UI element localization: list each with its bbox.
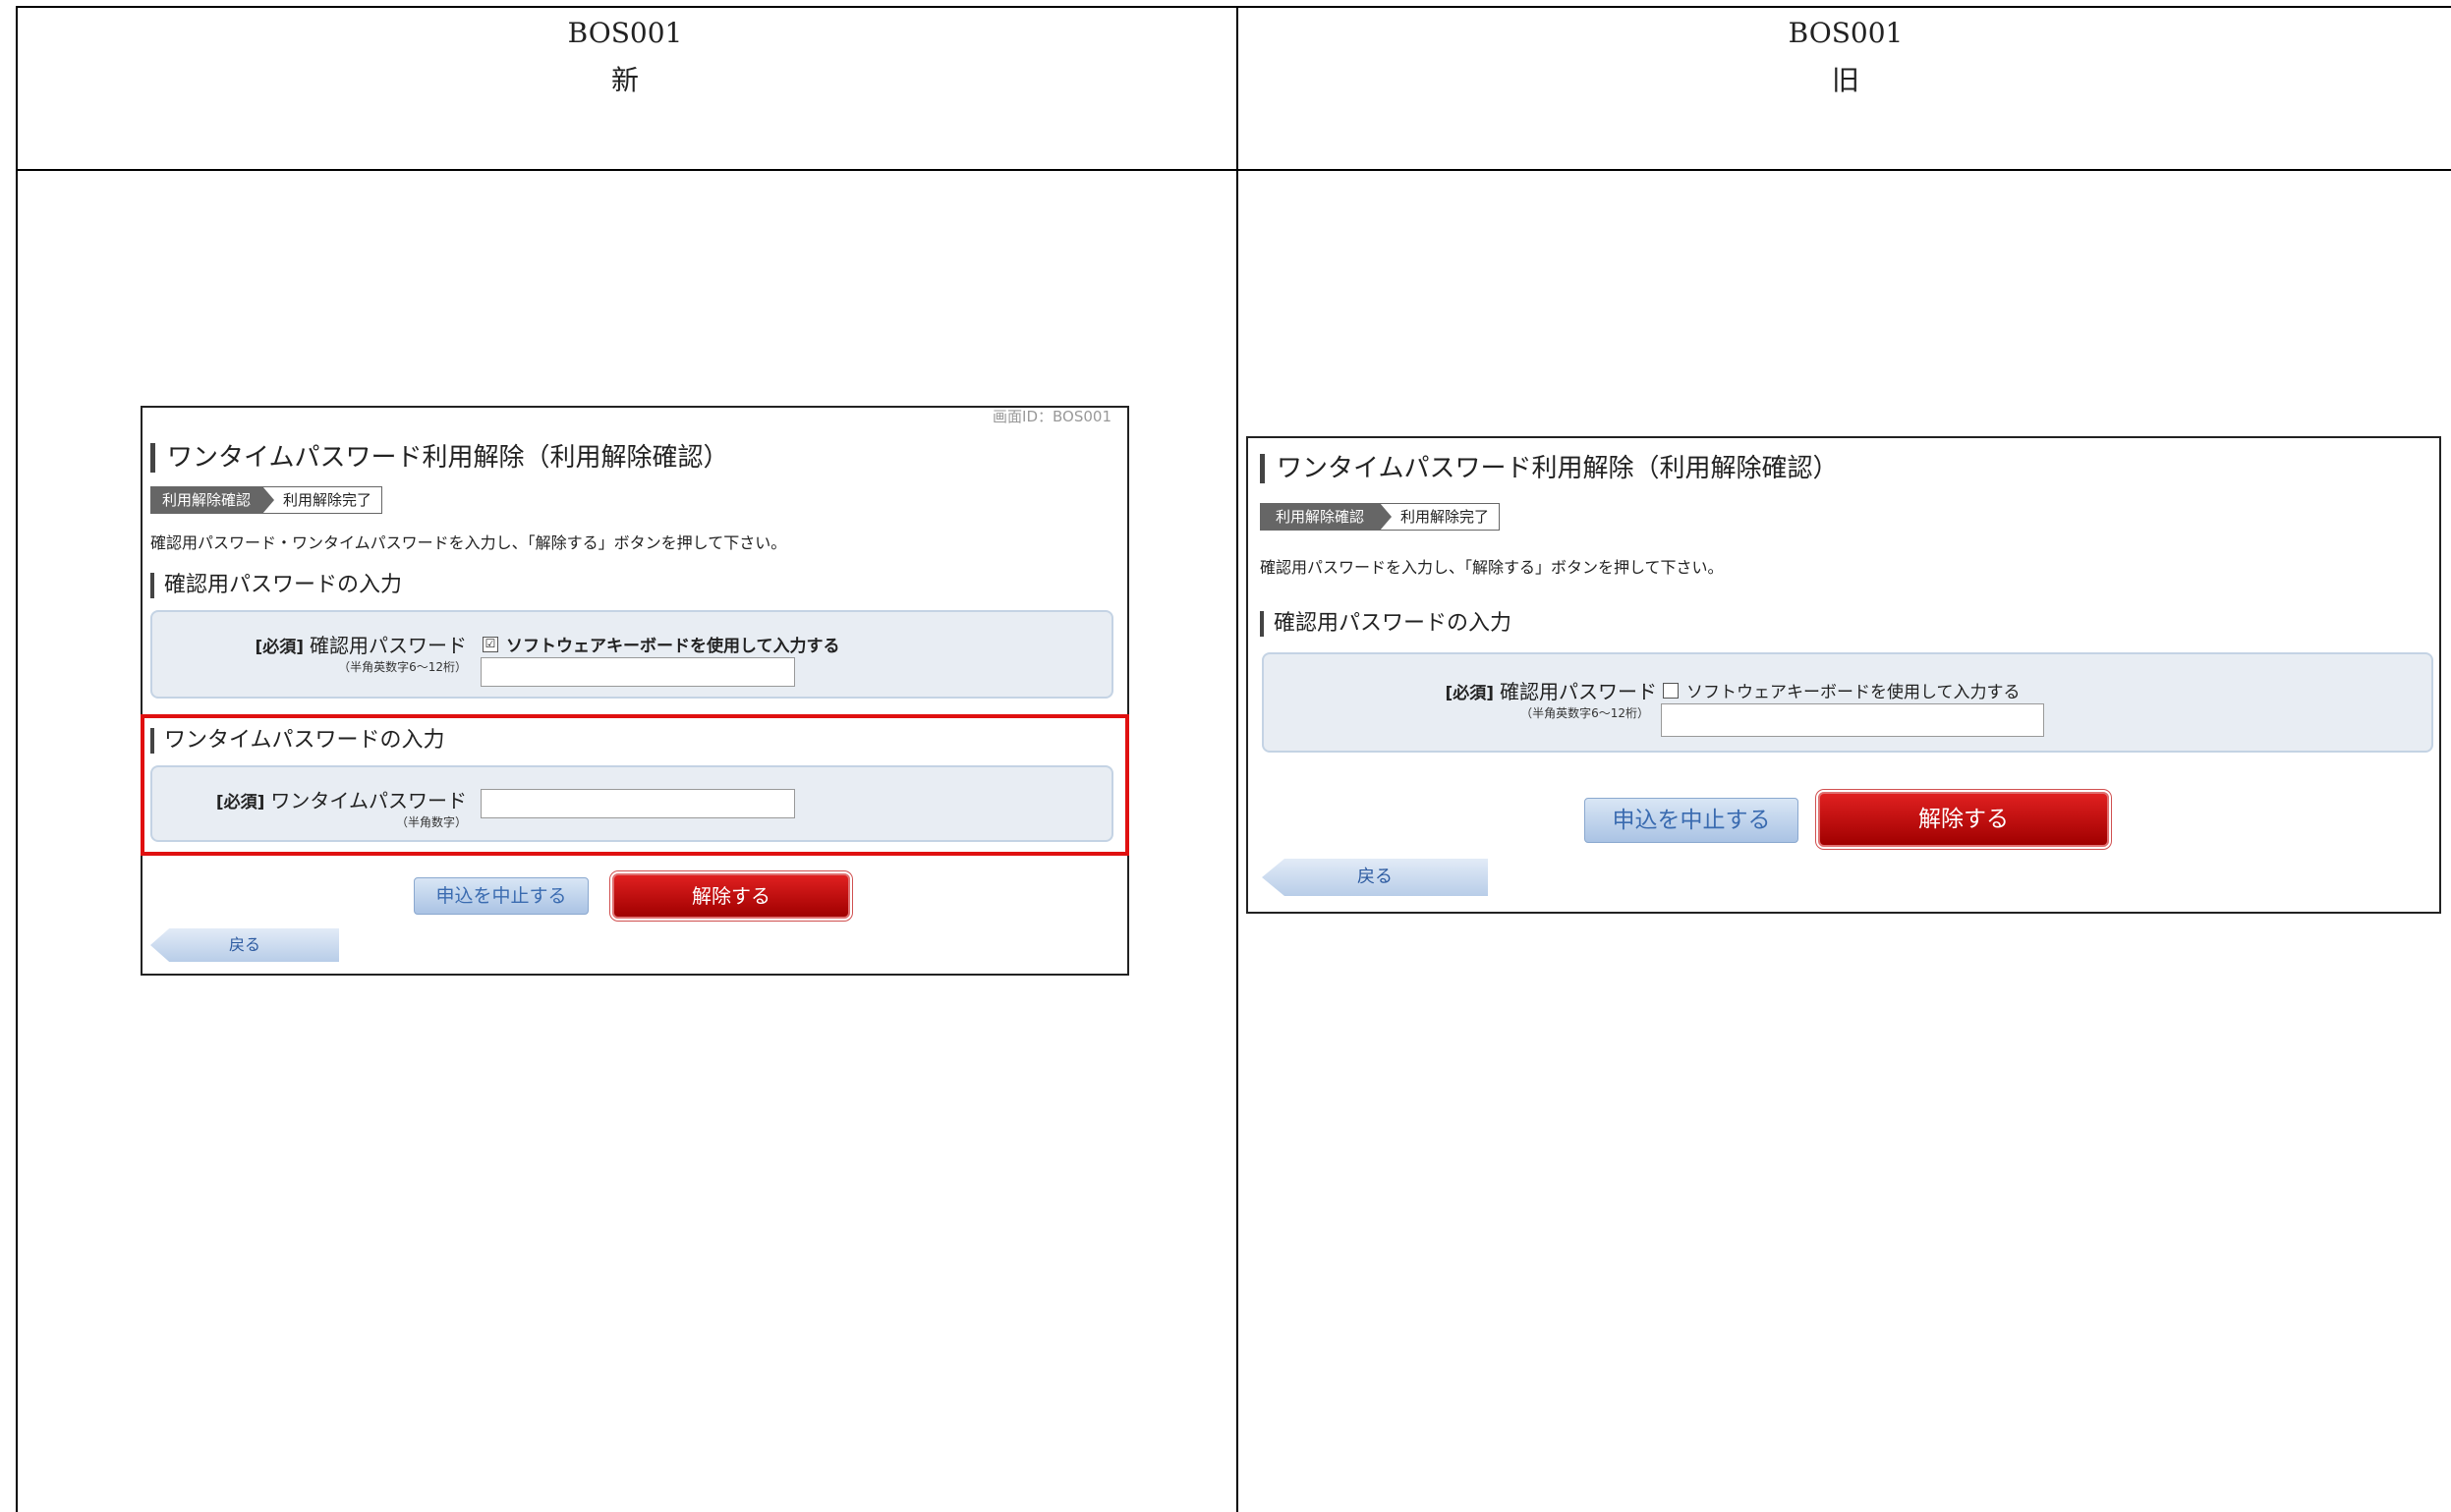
step-current: 利用解除確認 <box>150 486 275 514</box>
column-divider <box>1236 6 1238 1512</box>
password-input[interactable] <box>481 657 795 687</box>
password-label: 確認用パスワード <box>310 634 467 657</box>
header-divider <box>16 169 2451 171</box>
left-screen-id: BOS001 <box>567 17 683 49</box>
section-password-heading: 確認用パスワードの入力 <box>150 573 402 598</box>
step-indicator: 利用解除確認 利用解除完了 <box>150 486 383 514</box>
software-keyboard-option[interactable]: ☑ ソフトウェアキーボードを使用して入力する <box>483 632 840 656</box>
release-button[interactable]: 解除する <box>612 873 850 919</box>
software-keyboard-label: ソフトウェアキーボードを使用して入力する <box>506 637 840 656</box>
otp-change-highlight <box>141 714 1129 856</box>
step-current: 利用解除確認 <box>1260 503 1393 531</box>
left-version-label: 新 <box>610 64 639 96</box>
back-button[interactable]: 戻る <box>150 928 339 962</box>
step-next: 利用解除完了 <box>1380 503 1501 531</box>
section-password-heading: 確認用パスワードの入力 <box>1260 611 1511 637</box>
password-label: 確認用パスワード <box>1500 680 1657 703</box>
required-badge: [必須] <box>1445 684 1494 703</box>
left-column-header: BOS001 新 <box>16 10 1234 104</box>
right-screen-id: BOS001 <box>1788 17 1904 49</box>
instruction-text: 確認用パスワードを入力し、「解除する」ボタンを押して下さい。 <box>1260 558 1724 577</box>
cancel-application-button[interactable]: 申込を中止する <box>1584 798 1798 843</box>
password-panel: [必須] 確認用パスワード （半角英数字6～12桁） ☑ ソフトウェアキーボードを… <box>150 610 1113 699</box>
software-keyboard-checkbox[interactable] <box>1663 682 1679 699</box>
page-title: ワンタイムパスワード利用解除（利用解除確認） <box>1260 454 1838 483</box>
right-column-header: BOS001 旧 <box>1236 10 2451 104</box>
password-hint: （半角英数字6～12桁） <box>1520 706 1649 720</box>
software-keyboard-option[interactable]: ソフトウェアキーボードを使用して入力する <box>1663 678 2021 702</box>
software-keyboard-label: ソフトウェアキーボードを使用して入力する <box>1686 683 2021 702</box>
screen-id-label: 画面ID：BOS001 <box>993 408 1112 425</box>
right-version-label: 旧 <box>1831 64 1859 96</box>
cancel-application-button[interactable]: 申込を中止する <box>414 877 589 915</box>
required-badge: [必須] <box>255 638 304 657</box>
step-indicator: 利用解除確認 利用解除完了 <box>1260 503 1501 531</box>
password-panel: [必須] 確認用パスワード （半角英数字6～12桁） ソフトウェアキーボードを使用… <box>1262 652 2433 753</box>
password-hint: （半角英数字6～12桁） <box>338 660 467 674</box>
instruction-text: 確認用パスワード・ワンタイムパスワードを入力し、「解除する」ボタンを押して下さい… <box>150 533 787 552</box>
password-input[interactable] <box>1661 703 2044 737</box>
password-label-group: [必須] 確認用パスワード （半角英数字6～12桁） <box>211 630 467 675</box>
password-label-group: [必須] 確認用パスワード （半角英数字6～12桁） <box>1303 676 1657 721</box>
release-button[interactable]: 解除する <box>1818 792 2109 847</box>
step-next: 利用解除完了 <box>262 486 383 514</box>
back-button[interactable]: 戻る <box>1262 859 1488 896</box>
old-screen-screenshot: ワンタイムパスワード利用解除（利用解除確認） 利用解除確認 利用解除完了 確認用… <box>1246 436 2441 914</box>
page-title: ワンタイムパスワード利用解除（利用解除確認） <box>150 443 728 473</box>
new-screen-screenshot: 画面ID：BOS001 ワンタイムパスワード利用解除（利用解除確認） 利用解除確… <box>141 406 1129 976</box>
software-keyboard-checkbox[interactable]: ☑ <box>483 636 498 652</box>
